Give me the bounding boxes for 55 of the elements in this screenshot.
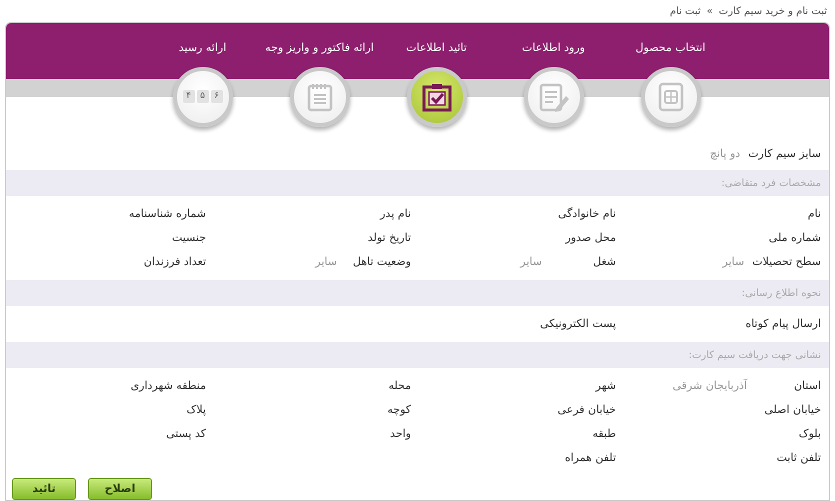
field-label: شغل: [592, 254, 616, 270]
field-value: سایر: [722, 254, 744, 270]
field-label: جنسیت: [170, 230, 206, 246]
field-label: کوچه: [386, 402, 411, 418]
step-button[interactable]: [290, 66, 350, 126]
field-label: خیابان فرعی: [556, 402, 616, 418]
section-header: نحوه اطلاع رسانی:: [6, 280, 829, 306]
field-label: پلاک: [186, 402, 206, 418]
step-label: تائید اطلاعات: [406, 40, 467, 56]
field-value: دو پانچ: [710, 146, 740, 162]
field-label: نام خانوادگی: [557, 206, 616, 222]
field-label: سایز سیم کارت: [747, 146, 821, 162]
field-label: نام: [806, 206, 821, 222]
field-label: پست الکترونیکی: [539, 316, 616, 332]
step-button[interactable]: [524, 66, 584, 126]
step-label: ارائه فاکتور و واریز وجه: [265, 40, 374, 56]
field-label: شماره ملی: [768, 230, 821, 246]
field-label: محله: [387, 378, 411, 394]
step-label: انتخاب محصول: [636, 40, 706, 56]
field-label: واحد: [389, 426, 411, 442]
section-header: مشخصات فرد متقاضی:: [6, 170, 829, 196]
field-label: تعداد فرزندان: [142, 254, 206, 270]
field-label: منطقه شهرداری: [130, 378, 206, 394]
notepad-icon: [306, 82, 332, 112]
breadcrumb-separator: »: [706, 4, 713, 18]
sim-card-icon: [658, 82, 684, 112]
step-label: ارائه رسید: [178, 40, 226, 56]
breadcrumb-link[interactable]: ثبت نام: [670, 4, 701, 18]
field-label: شهر: [594, 378, 616, 394]
field-label: تلفن ثابت: [776, 450, 821, 466]
field-value: سایر: [520, 254, 542, 270]
step-button[interactable]: [406, 66, 466, 126]
field-label: سطح تحصیلات: [751, 254, 821, 270]
field-label: تلفن همراه: [564, 450, 616, 466]
step-label: ورود اطلاعات: [522, 40, 585, 56]
field-label: وضعیت تاهل: [352, 254, 411, 270]
action-button[interactable]: اصلاح: [88, 478, 152, 500]
field-label: تاریخ تولد: [366, 230, 411, 246]
field-label: بلوک: [798, 426, 821, 442]
breadcrumb-link[interactable]: ثبت نام و خرید سیم کارت: [718, 4, 827, 18]
field-value: آذربایجان شرقی: [672, 378, 747, 394]
field-label: کد پستی: [165, 426, 206, 442]
field-label: محل صدور: [564, 230, 616, 246]
field-label: نام پدر: [378, 206, 411, 222]
field-label: طبقه: [591, 426, 616, 442]
field-label: استان: [792, 378, 821, 394]
step-button[interactable]: [640, 66, 700, 126]
field-value: سایر: [315, 254, 337, 270]
field-label: خیابان اصلی: [763, 402, 821, 418]
step-button[interactable]: ۶ ۵ ۴: [172, 66, 232, 126]
field-label: ارسال پیام کوتاه: [744, 316, 821, 332]
action-button[interactable]: تائید: [12, 478, 76, 500]
section-header: نشانی جهت دریافت سیم کارت:: [6, 342, 829, 368]
field-label: شماره شناسنامه: [128, 206, 206, 222]
clipboard-check-icon: [422, 82, 452, 112]
